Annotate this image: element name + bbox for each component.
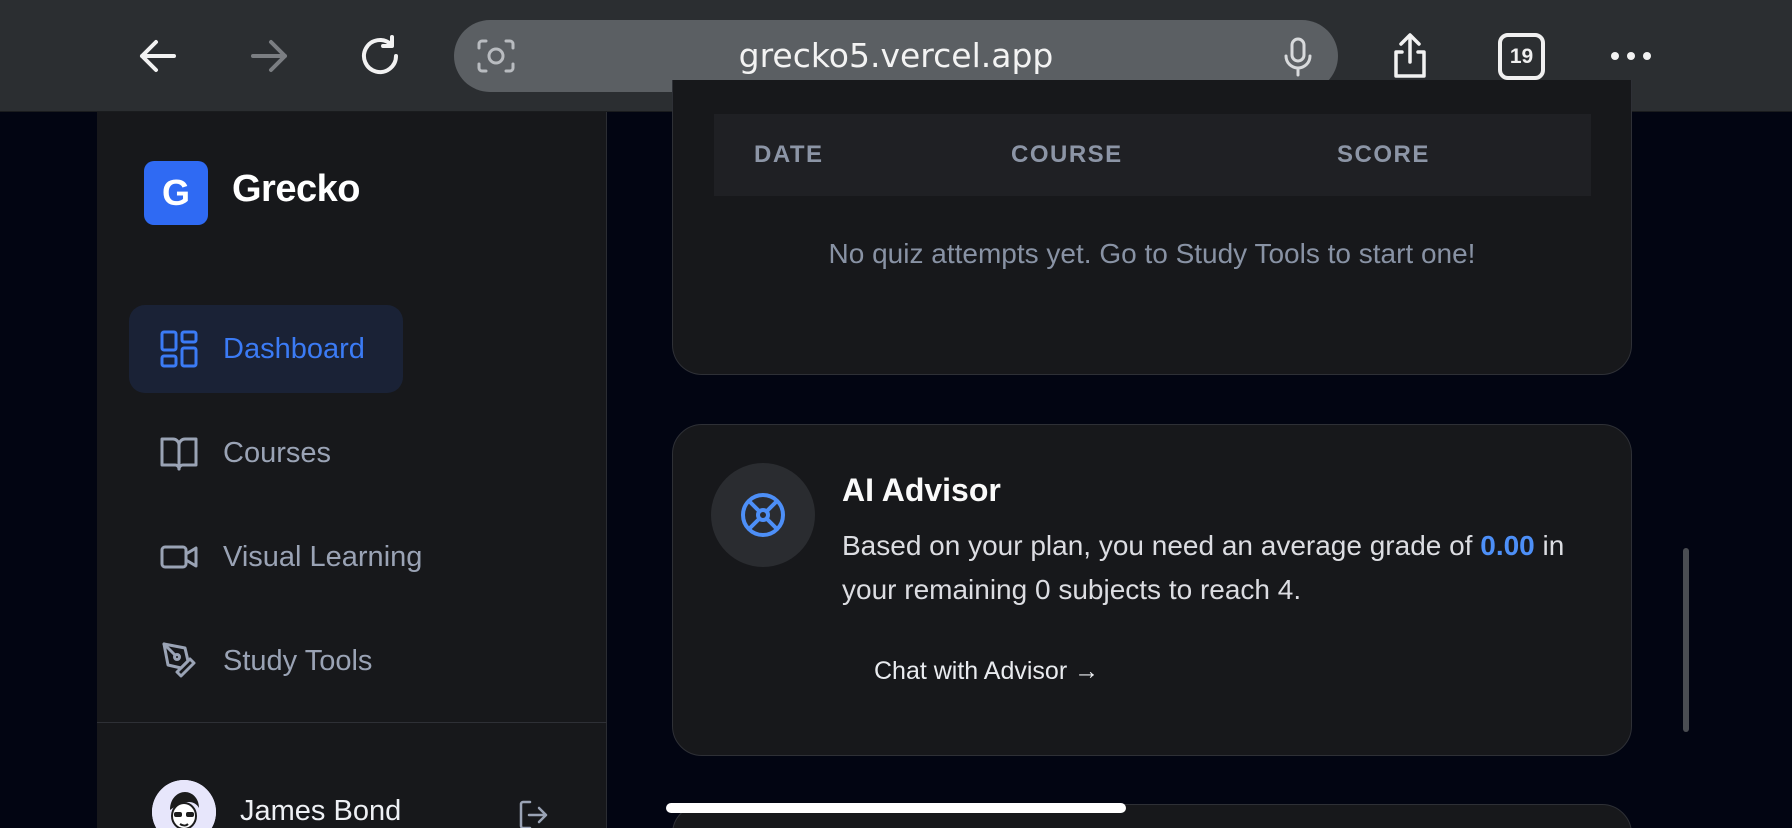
dashboard-icon — [159, 329, 199, 369]
sidebar-item-label: Courses — [223, 436, 331, 469]
quiz-empty-message: No quiz attempts yet. Go to Study Tools … — [828, 238, 1476, 269]
advisor-icon-container — [711, 463, 815, 567]
sidebar-item-label: Study Tools — [223, 644, 373, 677]
back-arrow-icon — [140, 40, 176, 72]
forward-arrow-icon — [251, 40, 287, 72]
chat-with-advisor-link[interactable]: Chat with Advisor → — [874, 657, 1099, 686]
share-button[interactable] — [1378, 24, 1442, 88]
sidebar-item-study-tools[interactable]: Study Tools — [129, 617, 372, 705]
logout-icon[interactable] — [517, 798, 551, 828]
user-avatar-illustration — [152, 780, 216, 828]
sidebar-item-label: Dashboard — [223, 332, 365, 365]
reload-button[interactable] — [348, 24, 412, 88]
column-header-course: COURSE — [1011, 141, 1123, 168]
sidebar-item-label: Visual Learning — [223, 540, 423, 573]
forward-button[interactable] — [237, 24, 301, 88]
column-header-date: DATE — [754, 141, 824, 168]
more-menu-button[interactable] — [1599, 24, 1663, 88]
back-button[interactable] — [126, 24, 190, 88]
app-name[interactable]: Grecko — [232, 168, 360, 211]
advisor-title: AI Advisor — [842, 472, 1001, 508]
home-indicator[interactable] — [666, 803, 1126, 813]
sidebar-item-courses[interactable]: Courses — [129, 409, 331, 497]
sidebar-item-visual-learning[interactable]: Visual Learning — [129, 513, 422, 601]
microphone-icon[interactable] — [1282, 36, 1314, 78]
sidebar: G Grecko Dashboard Courses Visual Learni… — [97, 112, 607, 828]
tab-count-button[interactable]: 19 — [1498, 33, 1545, 80]
quiz-table-header: DATE COURSE SCORE — [714, 114, 1591, 196]
user-name: James Bond — [240, 795, 402, 827]
advisor-text-before: Based on your plan, you need an average … — [842, 530, 1481, 561]
avatar[interactable] — [152, 780, 216, 828]
column-header-score: SCORE — [1337, 141, 1430, 168]
sidebar-divider — [97, 722, 607, 723]
book-icon — [159, 433, 199, 473]
scrollbar[interactable] — [1683, 548, 1689, 732]
logo-mark[interactable]: G — [144, 161, 208, 225]
quiz-history-card: DATE COURSE SCORE No quiz attempts yet. … — [672, 80, 1632, 375]
page: grecko5.vercel.app 19 G Grecko Dashboard — [0, 0, 1792, 828]
more-dots-icon — [1611, 52, 1651, 60]
pen-tool-icon — [159, 641, 199, 681]
reload-icon — [362, 35, 398, 74]
ai-advisor-card: AI Advisor Based on your plan, you need … — [672, 424, 1632, 756]
required-grade-value: 0.00 — [1480, 530, 1535, 561]
share-icon — [1394, 33, 1426, 78]
sidebar-item-dashboard[interactable]: Dashboard — [129, 305, 403, 393]
steering-wheel-icon — [741, 493, 785, 537]
advisor-message: Based on your plan, you need an average … — [842, 524, 1602, 612]
video-icon — [159, 537, 199, 577]
